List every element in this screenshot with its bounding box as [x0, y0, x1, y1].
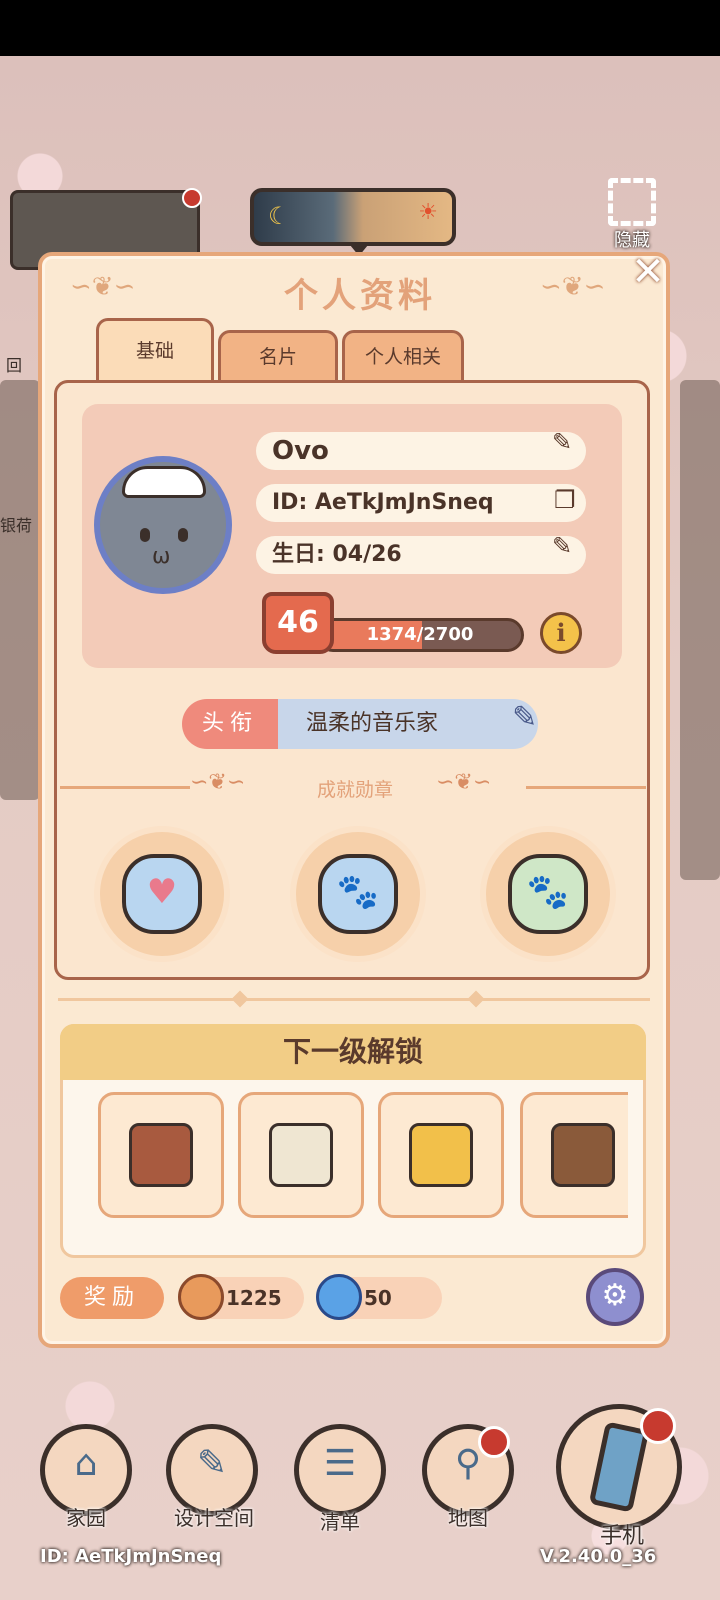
design-icon: ✎ [196, 1443, 228, 1484]
background-room-left [0, 380, 40, 800]
day-night-toggle[interactable]: ☾ ☀ [250, 188, 456, 256]
moon-icon: ☾ [268, 202, 290, 230]
settings-gear-icon[interactable]: ⚙ [586, 1268, 644, 1326]
nav-list-label: 清单 [320, 1510, 360, 1534]
player-birthday: 生日: 04/26 [256, 536, 586, 574]
title-value[interactable]: 温柔的音乐家 [278, 699, 538, 749]
hide-ui-button[interactable]: 隐藏 [596, 170, 668, 252]
footer-version: V.2.40.0_36 [540, 1546, 657, 1567]
background-room-right [680, 380, 720, 880]
unlock-item-honey-jar[interactable] [378, 1092, 504, 1218]
hide-ui-label: 隐藏 [614, 230, 650, 251]
unlock-items-strip[interactable] [62, 1080, 628, 1230]
achievement-badge-green-paw[interactable]: 🐾 [480, 826, 616, 962]
edit-title-pencil-icon[interactable]: ✎ [512, 700, 537, 735]
level-info-button[interactable]: i [540, 612, 582, 654]
tab-basic[interactable]: 基础 [96, 318, 214, 382]
back-label[interactable]: 回 [6, 352, 22, 376]
paw-icon: 🐾 [526, 872, 570, 912]
nav-design-label: 设计空间 [174, 1506, 254, 1530]
avatar[interactable]: ω [94, 456, 232, 594]
title-flourish-right: ∽❦∽ [540, 272, 606, 302]
achievement-badge-blue-paw[interactable]: 🐾 [290, 826, 426, 962]
tab-personal[interactable]: 个人相关 [342, 330, 464, 382]
sun-icon: ☀ [418, 200, 438, 225]
next-level-unlock-header: 下一级解锁 [60, 1024, 646, 1080]
unlock-item-jewelry-stand[interactable] [520, 1092, 628, 1218]
paw-icon: 🐾 [336, 872, 380, 912]
title-label: 头衔 [182, 699, 278, 749]
nav-home-label: 家园 [66, 1506, 106, 1530]
nav-list-button[interactable]: ☰ [294, 1424, 386, 1516]
chef-hat-icon [122, 466, 206, 498]
section-separator [58, 998, 650, 1001]
list-icon: ☰ [323, 1443, 357, 1484]
edit-name-pencil-icon[interactable]: ✎ [552, 428, 572, 456]
reward-label: 奖励 [60, 1277, 164, 1319]
tab-card[interactable]: 名片 [218, 330, 338, 382]
edit-birthday-pencil-icon[interactable]: ✎ [552, 532, 572, 560]
achievement-ornament-right: ∽❦∽ [436, 770, 492, 795]
notification-dot [478, 1426, 510, 1458]
avatar-mouth: ω [152, 544, 171, 569]
level-badge: 46 [262, 592, 334, 654]
fullscreen-icon [608, 178, 656, 226]
copy-id-icon[interactable]: ❐ [554, 486, 576, 514]
panel-title: 个人资料 [284, 276, 436, 316]
home-icon: ⌂ [74, 1443, 98, 1484]
nav-map-label: 地图 [448, 1506, 488, 1530]
footer-player-id: ID: AeTkJmJnSneq [40, 1546, 222, 1567]
heart-icon: ♥ [146, 872, 178, 912]
phone-icon [588, 1421, 650, 1513]
achievement-divider-right [526, 786, 646, 789]
gem-swirl-icon [316, 1274, 362, 1320]
notification-dot [182, 188, 202, 208]
player-name: Ovo [256, 432, 586, 470]
xp-progress-text: 1374/2700 [366, 624, 474, 645]
avatar-eye-left [140, 528, 150, 542]
sink-cabinet-icon [129, 1123, 193, 1187]
player-id: ID: AeTkJmJnSneq [256, 484, 586, 522]
unlock-item-air-fryer[interactable] [238, 1092, 364, 1218]
achievement-badge-heart[interactable]: ♥ [94, 826, 230, 962]
unlock-item-sink-cabinet[interactable] [98, 1092, 224, 1218]
side-label[interactable]: 银荷 [0, 512, 32, 536]
avatar-eye-right [178, 528, 188, 542]
coin-icon [178, 1274, 224, 1320]
jewelry-stand-icon [551, 1123, 615, 1187]
notification-dot [640, 1408, 676, 1444]
air-fryer-icon [269, 1123, 333, 1187]
status-bar [0, 0, 720, 56]
honey-jar-icon [409, 1123, 473, 1187]
